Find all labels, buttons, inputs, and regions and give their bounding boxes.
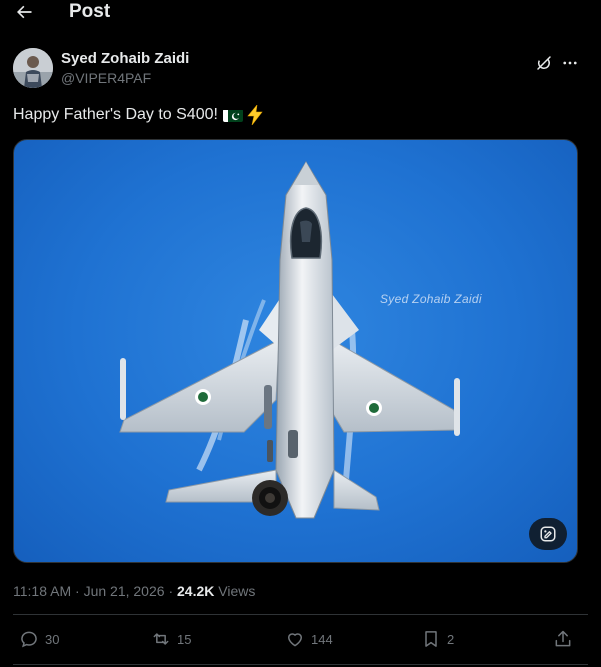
divider bbox=[13, 614, 588, 615]
high-voltage-icon bbox=[246, 103, 264, 126]
share-button[interactable] bbox=[553, 629, 573, 649]
avatar[interactable] bbox=[13, 48, 53, 88]
author-name[interactable]: Syed Zohaib Zaidi bbox=[61, 50, 189, 67]
author-row: Syed Zohaib Zaidi @VIPER4PAF bbox=[13, 48, 588, 90]
back-button[interactable] bbox=[12, 0, 36, 24]
reply-count: 30 bbox=[45, 631, 60, 647]
image-action-button[interactable] bbox=[529, 518, 567, 550]
post-text-content: Happy Father's Day to S400! bbox=[13, 106, 218, 123]
heart-icon bbox=[288, 633, 302, 647]
page-title: Post bbox=[69, 1, 111, 22]
views-count: 24.2K bbox=[177, 583, 215, 599]
pakistan-flag-icon bbox=[222, 109, 243, 122]
like-count: 144 bbox=[311, 631, 333, 647]
arrow-left-icon bbox=[17, 5, 32, 19]
grok-icon bbox=[537, 56, 551, 70]
repost-count: 15 bbox=[177, 631, 192, 647]
action-bar: 30 15 144 2 bbox=[13, 629, 588, 651]
post-date[interactable]: Jun 21, 2026 bbox=[84, 583, 165, 599]
bookmark-icon bbox=[425, 631, 437, 647]
like-button[interactable]: 144 bbox=[285, 629, 333, 649]
post-header: Post bbox=[0, 0, 601, 24]
post-image[interactable]: Syed Zohaib Zaidi bbox=[13, 139, 578, 563]
fighter-jet-image bbox=[119, 161, 460, 519]
more-horizontal-icon bbox=[563, 61, 577, 65]
repost-icon bbox=[153, 633, 169, 645]
author-handle[interactable]: @VIPER4PAF bbox=[61, 70, 151, 86]
share-icon bbox=[555, 630, 571, 647]
bookmark-count: 2 bbox=[447, 631, 455, 647]
meta-separator: · bbox=[75, 583, 80, 599]
divider bbox=[13, 664, 588, 665]
post-meta: 11:18 AM · Jun 21, 2026 · 24.2K Views bbox=[13, 582, 255, 600]
meta-separator: · bbox=[168, 583, 174, 599]
image-watermark: Syed Zohaib Zaidi bbox=[380, 292, 482, 306]
reply-icon bbox=[21, 631, 37, 648]
post-time[interactable]: 11:18 AM bbox=[13, 583, 71, 599]
post-text: Happy Father's Day to S400! bbox=[13, 103, 264, 126]
more-options-button[interactable] bbox=[558, 51, 582, 75]
repost-button[interactable]: 15 bbox=[151, 629, 191, 649]
image-edit-icon bbox=[540, 526, 556, 542]
bookmark-button[interactable]: 2 bbox=[421, 629, 454, 649]
grok-button[interactable] bbox=[532, 51, 556, 75]
reply-button[interactable]: 30 bbox=[19, 629, 59, 649]
views-label: Views bbox=[218, 583, 256, 599]
avatar-image bbox=[13, 48, 53, 88]
